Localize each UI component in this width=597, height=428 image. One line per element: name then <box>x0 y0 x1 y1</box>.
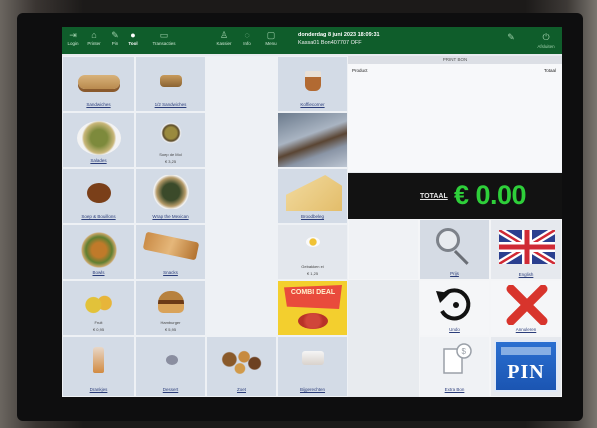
card-stripe <box>501 347 551 355</box>
extra-receipt-button[interactable]: $ Extra Bon <box>419 336 490 397</box>
language-english-button[interactable]: English <box>490 219 562 280</box>
cancel-icon <box>506 285 548 325</box>
cancel-button[interactable]: Annuleren <box>490 280 562 336</box>
pin-label: PIN <box>507 361 545 383</box>
svg-text:$: $ <box>462 347 467 356</box>
receipt-icon: $ <box>443 343 472 374</box>
uk-flag-icon <box>499 230 555 264</box>
pin-payment-button[interactable]: PIN <box>490 336 562 397</box>
